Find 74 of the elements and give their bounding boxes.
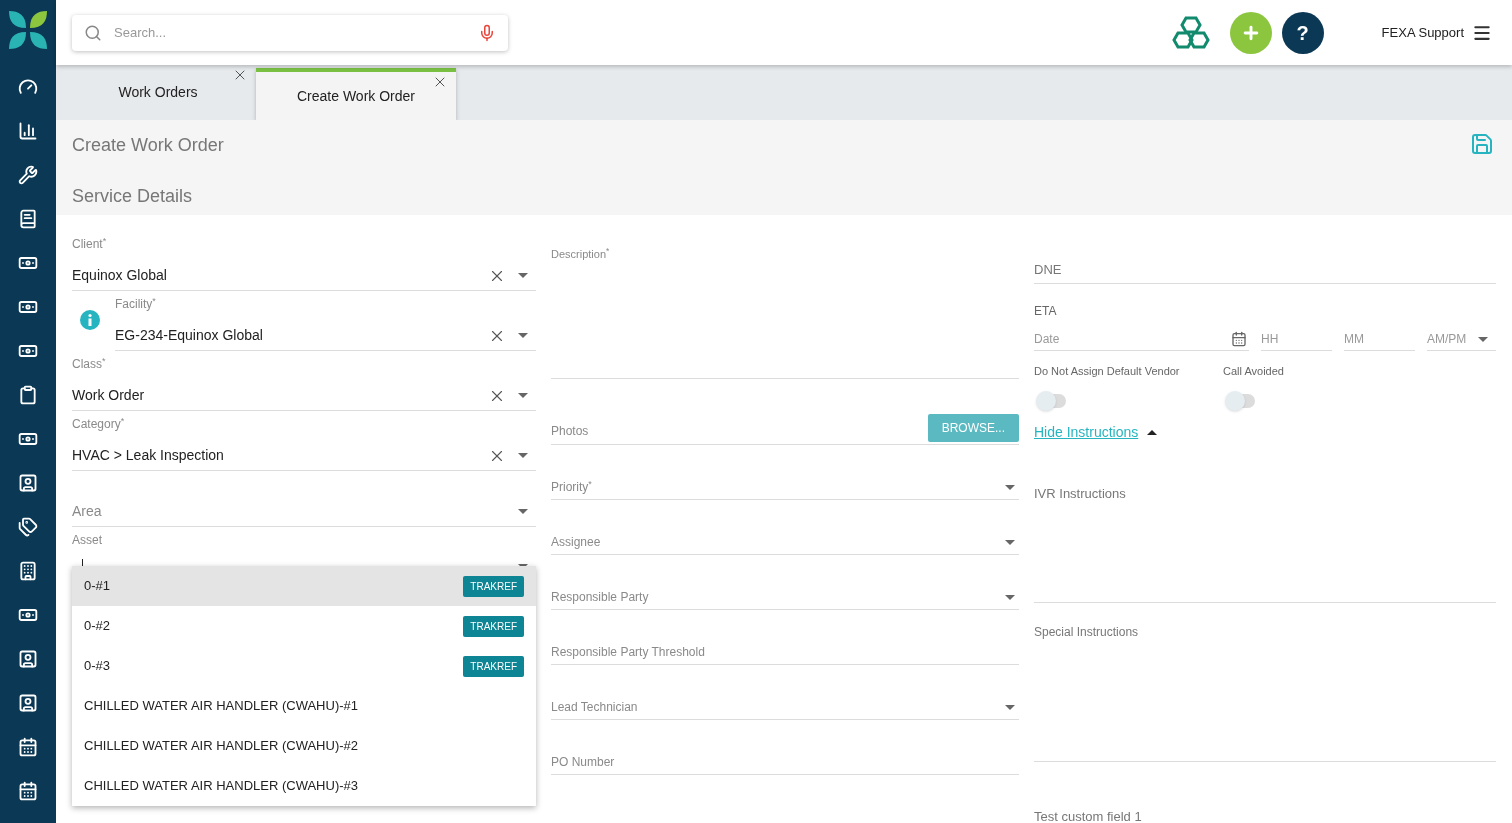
flower-logo[interactable]	[7, 9, 49, 51]
caret-down-icon	[518, 273, 528, 278]
caret-down-icon	[518, 509, 528, 514]
hexagons-icon[interactable]	[1171, 15, 1210, 50]
dropdown-option[interactable]: 0-#3 TRAKREF	[72, 646, 536, 686]
field-label: Category$^{*}$	[72, 415, 126, 433]
caret-up-icon	[1147, 429, 1158, 435]
special-instructions-field[interactable]: Special Instructions	[1034, 618, 1496, 762]
calendar-icon[interactable]	[1231, 331, 1247, 347]
section-title: Service Details	[72, 185, 193, 208]
search-field[interactable]: Search...	[72, 14, 508, 51]
calendar-icon[interactable]	[18, 781, 38, 801]
id-card-icon[interactable]	[18, 649, 38, 669]
badge: TRAKREF	[463, 575, 524, 597]
user-name[interactable]: FEXA Support	[1381, 22, 1464, 43]
toggle-label: Do Not Assign Default Vendor	[1034, 364, 1181, 379]
select-field[interactable]: Area	[72, 501, 536, 527]
description-field[interactable]: Description$^{*}$	[551, 231, 1019, 379]
field-label: Client$^{*}$	[72, 235, 108, 253]
select-field[interactable]: EG-234-Equinox Global	[115, 325, 536, 351]
help-button[interactable]: ?	[1281, 11, 1324, 54]
calendar-icon[interactable]	[18, 737, 38, 757]
select-field[interactable]: Priority$^{*}$	[551, 478, 1019, 500]
dropdown-option[interactable]: CHILLED WATER AIR HANDLER (CWAHU)-#2	[72, 726, 536, 766]
id-card-icon[interactable]	[18, 693, 38, 713]
minute-field[interactable]: MM	[1344, 330, 1415, 351]
tags-icon[interactable]	[18, 517, 38, 537]
tab[interactable]: Work Orders	[60, 65, 256, 120]
bar-chart-icon[interactable]	[18, 121, 38, 141]
caret-down-icon	[518, 333, 528, 338]
field-label: Class$^{*}$	[72, 355, 107, 373]
field-label: Facility$^{*}$	[115, 295, 157, 313]
select-field[interactable]: Assignee	[551, 533, 1019, 555]
microphone-icon[interactable]	[478, 23, 496, 42]
field-label: Photos	[551, 423, 590, 440]
dropdown-option[interactable]: 0-#2 TRAKREF	[72, 606, 536, 646]
select-field[interactable]: Equinox Global	[72, 265, 536, 291]
field-label: ETA	[1034, 303, 1058, 320]
dropdown-option[interactable]: CHILLED WATER AIR HANDLER (CWAHU)-#3	[72, 766, 536, 806]
gauge-icon[interactable]	[18, 77, 38, 97]
dropdown-option[interactable]: CHILLED WATER AIR HANDLER (CWAHU)-#1	[72, 686, 536, 726]
toggle-label: Call Avoided	[1223, 364, 1285, 379]
wrench-icon[interactable]	[18, 165, 38, 185]
select-field[interactable]: HVAC > Leak Inspection	[72, 445, 536, 471]
building-icon[interactable]	[18, 561, 38, 581]
ivr-instructions-field[interactable]: IVR Instructions	[1034, 480, 1496, 603]
hide-instructions-link[interactable]: Hide Instructions	[1034, 421, 1139, 443]
select-field[interactable]: Responsible Party	[551, 588, 1019, 610]
caret-down-icon	[1005, 704, 1015, 710]
caret-down-icon	[518, 453, 528, 458]
clipboard-icon[interactable]	[18, 385, 38, 405]
field-label: Asset	[72, 532, 103, 549]
caret-down-icon	[1005, 539, 1015, 545]
badge: TRAKREF	[463, 615, 524, 637]
period-select[interactable]: AM/PM	[1427, 330, 1496, 351]
badge: TRAKREF	[463, 655, 524, 677]
input-field[interactable]: Test custom field 1	[1034, 803, 1496, 823]
page-title: Create Work Order	[72, 134, 224, 157]
select-field[interactable]: Work Order	[72, 385, 536, 411]
hour-field[interactable]: HH	[1261, 330, 1332, 351]
caret-down-icon	[1478, 336, 1488, 342]
caret-down-icon	[518, 393, 528, 398]
dropdown-option[interactable]: 0-#1 TRAKREF	[72, 566, 536, 606]
book-icon[interactable]	[18, 209, 38, 229]
search-icon	[84, 23, 102, 42]
input-field[interactable]: Responsible Party Threshold	[551, 643, 1019, 665]
id-card-icon[interactable]	[18, 473, 38, 493]
input-field[interactable]: PO Number	[551, 753, 1019, 775]
caret-down-icon	[1005, 594, 1015, 600]
tab[interactable]: Create Work Order	[256, 68, 456, 120]
select-field[interactable]: Lead Technician	[551, 698, 1019, 720]
caret-down-icon	[1005, 484, 1015, 490]
input-field[interactable]: DNE	[1034, 257, 1496, 284]
date-field[interactable]: Date	[1034, 330, 1249, 351]
